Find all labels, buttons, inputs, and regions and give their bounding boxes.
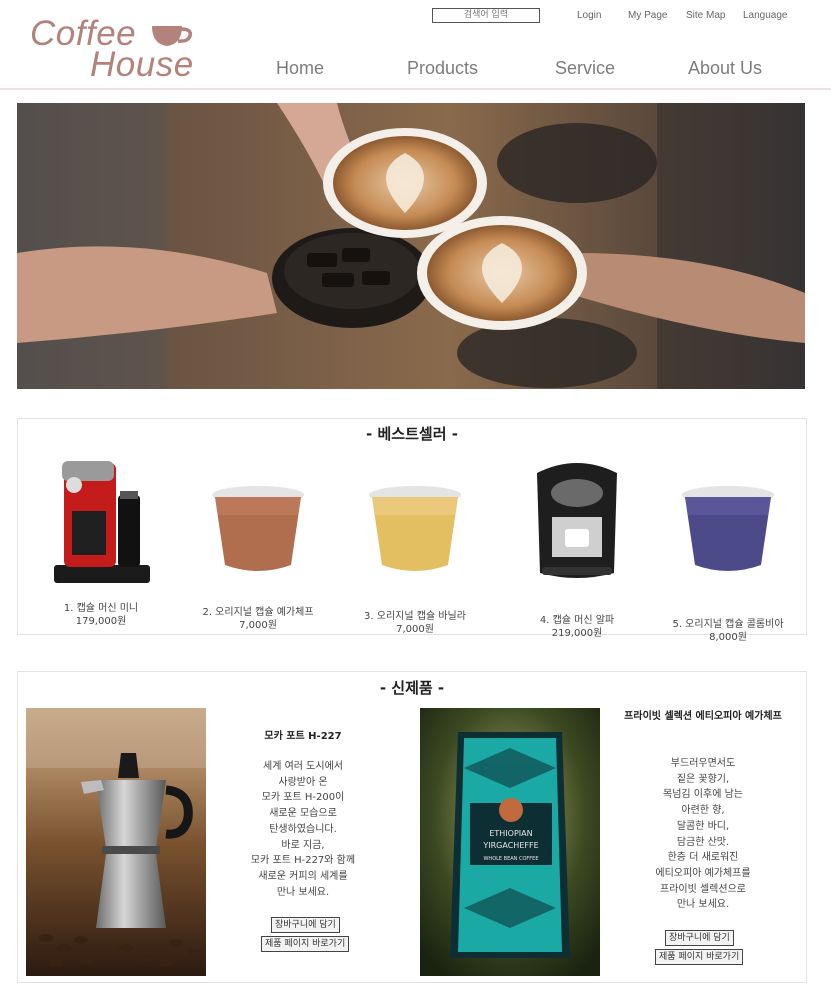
new-products-section: - 신제품 - 모카 포트 H-227 세계 여러 도시에서 사랑받아 온 모카… xyxy=(17,671,807,983)
product-description: 부드러우면서도 짙은 꽃향기, 목넘김 이후에 남는 아련한 향, 달콤한 바디… xyxy=(623,756,783,913)
desc-line: 새로운 커피의 세계를 xyxy=(258,870,348,882)
bestseller-name: 2. 오리지널 캡슐 예가체프 xyxy=(202,607,314,618)
add-to-cart-button[interactable]: 장바구니에 담기 xyxy=(271,917,340,933)
hero-banner xyxy=(17,103,805,389)
bestseller-name: 4. 캡슐 머신 알파 xyxy=(539,615,615,626)
coffee-bag-image[interactable]: ETHIOPIAN YIRGACHEFFE WHOLE BEAN COFFEE xyxy=(420,708,600,976)
desc-line: 짙은 꽃향기, xyxy=(676,773,730,785)
nav-service[interactable]: Service xyxy=(555,58,615,79)
bestseller-price: 7,000원 xyxy=(239,620,277,631)
search-input[interactable]: 검색어 입력 xyxy=(432,8,540,23)
desc-line: 새로운 모습으로 xyxy=(269,808,337,820)
bestseller-item-1[interactable]: 1. 캡슐 머신 미니 179,000원 xyxy=(26,455,176,635)
product-description: 세계 여러 도시에서 사랑받아 온 모카 포트 H-200이 새로운 모습으로 … xyxy=(223,759,383,900)
bestseller-name: 1. 캡슐 머신 미니 xyxy=(63,603,139,614)
bestseller-name: 3. 오리지널 캡슐 바닐라 xyxy=(364,611,466,622)
desc-line: 달콤한 바디, xyxy=(676,820,730,832)
bestseller-price: 8,000원 xyxy=(709,632,747,643)
bestseller-price: 219,000원 xyxy=(551,628,603,639)
logo[interactable]: Coffee House xyxy=(28,14,208,84)
bestseller-item-3[interactable]: 3. 오리지널 캡슐 바닐라 7,000원 xyxy=(340,455,490,635)
language-link[interactable]: Language xyxy=(743,10,788,21)
capsule-colombia-image xyxy=(682,486,774,571)
hero-coffee-image xyxy=(17,103,805,389)
moka-pot-image[interactable] xyxy=(26,708,206,976)
bestseller-item-5[interactable]: 5. 오리지널 캡슐 콜롬비아 8,000원 xyxy=(653,455,803,643)
bestseller-item-2[interactable]: 2. 오리지널 캡슐 예가체프 7,000원 xyxy=(183,455,333,635)
new-products-title: - 신제품 - xyxy=(379,679,445,697)
bestseller-price: 7,000원 xyxy=(396,624,434,635)
desc-line: 세계 여러 도시에서 xyxy=(263,761,343,772)
desc-line: 탄생하였습니다. xyxy=(269,823,337,835)
bestseller-section: - 베스트셀러 - 1. 캡슐 머신 미니 179,000원 2. 오리지널 캡… xyxy=(17,418,807,643)
product-page-button[interactable]: 제품 페이지 바로가기 xyxy=(261,936,350,952)
capsule-yirgacheffe-image xyxy=(212,486,304,571)
bestseller-name: 5. 오리지널 캡슐 콜롬비아 xyxy=(672,619,784,630)
my-page-link[interactable]: My Page xyxy=(628,10,667,21)
desc-line: 사랑받아 온 xyxy=(278,776,328,788)
site-map-link[interactable]: Site Map xyxy=(686,10,725,21)
bestseller-title: - 베스트셀러 - xyxy=(366,425,458,443)
capsule-machine-mini-image xyxy=(54,461,150,583)
desc-line: 만나 보세요. xyxy=(276,886,330,898)
desc-line: 목넘김 이후에 남는 xyxy=(663,789,743,801)
bag-label-line2: YIRGACHEFFE xyxy=(482,841,538,850)
desc-line: 담금한 산맛. xyxy=(676,836,730,848)
login-link[interactable]: Login xyxy=(577,10,601,21)
bestseller-price: 179,000원 xyxy=(75,616,127,627)
desc-line: 부드러우면서도 xyxy=(670,758,736,769)
desc-line: 모카 포트 H-200이 xyxy=(261,792,345,804)
nav-about-us[interactable]: About Us xyxy=(688,58,762,79)
capsule-vanilla-image xyxy=(369,486,461,571)
product-title: 프라이빗 셀렉션 에티오피아 예가체프 xyxy=(624,711,782,722)
add-to-cart-button[interactable]: 장바구니에 담기 xyxy=(665,930,734,946)
logo-line2: House xyxy=(90,45,194,84)
desc-line: 모카 포트 H-227와 함께 xyxy=(250,855,356,867)
bag-label-line1: ETHIOPIAN xyxy=(489,829,532,838)
nav-products[interactable]: Products xyxy=(407,58,478,79)
desc-line: 아련한 향, xyxy=(681,805,725,817)
capsule-machine-alpha-image xyxy=(537,463,617,578)
desc-line: 한층 더 새로워진 xyxy=(667,852,739,864)
nav-home[interactable]: Home xyxy=(276,58,324,79)
desc-line: 에티오피아 예가체프를 xyxy=(655,867,751,879)
desc-line: 바로 지금, xyxy=(281,839,325,851)
desc-line: 만나 보세요. xyxy=(676,899,730,911)
product-page-button[interactable]: 제품 페이지 바로가기 xyxy=(655,949,744,965)
site-header: Coffee House 검색어 입력 Login My Page Site M… xyxy=(0,0,831,90)
product-title: 모카 포트 H-227 xyxy=(264,731,342,742)
bag-label-line3: WHOLE BEAN COFFEE xyxy=(483,856,538,862)
desc-line: 프라이빗 셀렉션으로 xyxy=(660,883,746,895)
bestseller-item-4[interactable]: 4. 캡슐 머신 알파 219,000원 xyxy=(502,455,652,639)
